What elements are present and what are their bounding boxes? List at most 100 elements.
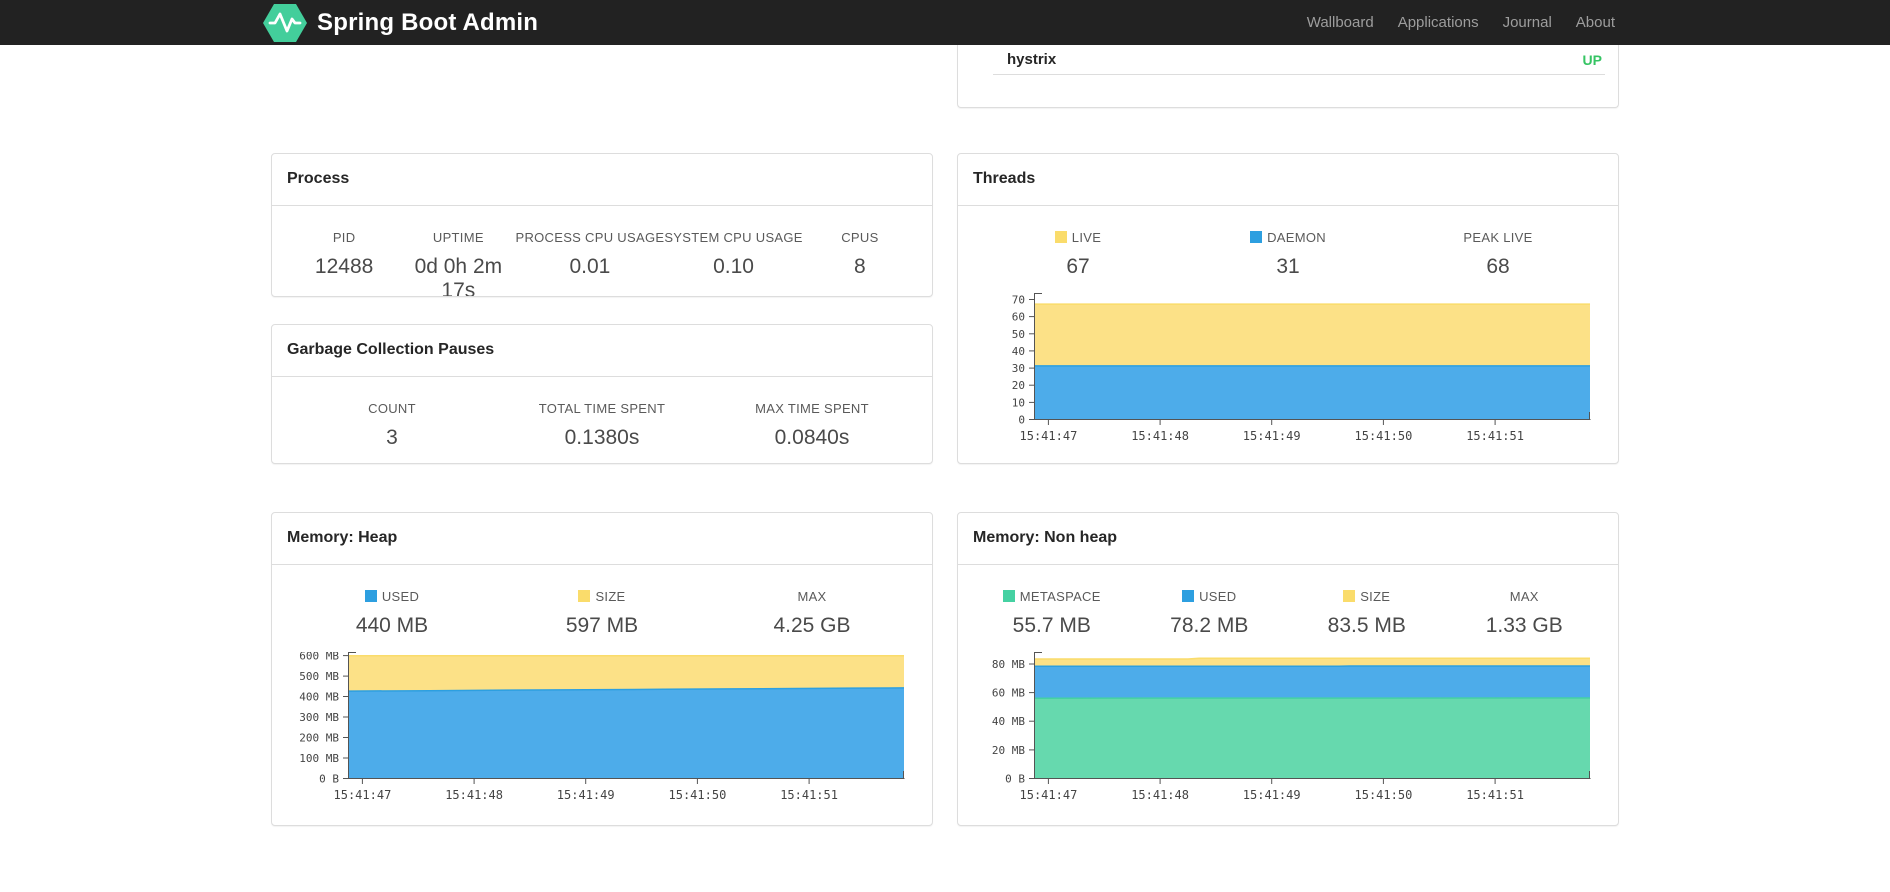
legend-value: 78.2 MB — [1170, 614, 1249, 637]
legend-value: 68 — [1486, 255, 1510, 278]
svg-text:15:41:50: 15:41:50 — [669, 788, 727, 802]
svg-text:60: 60 — [1012, 311, 1025, 324]
legend-label: MAX — [797, 589, 827, 604]
legend-threads-live: LIVE 67 — [973, 230, 1183, 279]
svg-text:15:41:51: 15:41:51 — [1466, 788, 1524, 802]
memory-heap-card: Memory: Heap USED 440 MB SIZE 597 MB MAX… — [271, 512, 933, 826]
svg-text:20 MB: 20 MB — [992, 744, 1025, 757]
svg-text:40: 40 — [1012, 345, 1025, 358]
legend-heap-size: SIZE 597 MB — [497, 589, 707, 638]
threads-legend: LIVE 67 DAEMON 31 PEAK LIVE 68 — [958, 206, 1618, 279]
stat-system-cpu-usage: SYSTEM CPU USAGE 0.10 — [664, 230, 803, 296]
stat-gc-max-time: MAX TIME SPENT 0.0840s — [707, 401, 917, 450]
legend-nonheap-max: MAX 1.33 GB — [1446, 589, 1604, 638]
stat-label: TOTAL TIME SPENT — [538, 401, 666, 416]
legend-value: 67 — [1066, 255, 1090, 278]
legend-label: SIZE — [1288, 589, 1446, 604]
nav-item-about[interactable]: About — [1564, 0, 1627, 45]
legend-heap-used: USED 440 MB — [287, 589, 497, 638]
legend-swatch-live — [1054, 231, 1067, 243]
svg-text:15:41:49: 15:41:49 — [557, 788, 615, 802]
nav-links: Wallboard Applications Journal About — [1295, 0, 1627, 45]
gc-stats: COUNT 3 TOTAL TIME SPENT 0.1380s MAX TIM… — [272, 377, 932, 450]
svg-text:50: 50 — [1012, 328, 1025, 341]
stat-value: 3 — [386, 426, 398, 449]
legend-value: 1.33 GB — [1485, 614, 1563, 637]
svg-text:500 MB: 500 MB — [299, 670, 339, 683]
legend-swatch-daemon — [1250, 231, 1263, 243]
nav-item-applications[interactable]: Applications — [1386, 0, 1491, 45]
svg-text:0 B: 0 B — [1005, 773, 1025, 786]
stat-pid: PID 12488 — [287, 230, 401, 296]
brand-link[interactable]: Spring Boot Admin — [263, 3, 539, 42]
svg-text:0 B: 0 B — [319, 773, 339, 786]
stat-gc-total-time: TOTAL TIME SPENT 0.1380s — [497, 401, 707, 450]
legend-nonheap-size: SIZE 83.5 MB — [1288, 589, 1446, 638]
svg-text:15:41:49: 15:41:49 — [1243, 788, 1301, 802]
gc-card: Garbage Collection Pauses COUNT 3 TOTAL … — [271, 324, 933, 464]
svg-text:10: 10 — [1012, 396, 1025, 409]
svg-text:60 MB: 60 MB — [992, 687, 1025, 700]
stat-label: MAX TIME SPENT — [755, 401, 869, 416]
process-stats: PID 12488 UPTIME 0d 0h 2m 17s PROCESS CP… — [272, 206, 932, 297]
svg-text:15:41:50: 15:41:50 — [1355, 788, 1413, 802]
status-badge: UP — [1582, 51, 1602, 68]
legend-nonheap-used: USED 78.2 MB — [1131, 589, 1289, 638]
threads-card-heading: Threads — [958, 154, 1618, 206]
svg-text:15:41:51: 15:41:51 — [1466, 429, 1524, 443]
legend-value: 31 — [1276, 255, 1300, 278]
stat-label: PROCESS CPU USAGE — [515, 230, 665, 245]
stat-process-cpu-usage: PROCESS CPU USAGE 0.01 — [515, 230, 665, 296]
process-card: Process PID 12488 UPTIME 0d 0h 2m 17s PR… — [271, 153, 933, 297]
svg-text:20: 20 — [1012, 379, 1025, 392]
brand-logo-icon — [263, 3, 307, 42]
svg-text:400 MB: 400 MB — [299, 691, 339, 704]
threads-chart: 0 10 20 30 40 50 60 70 15:41:47 15:41:48 15:41:49 1… — [973, 293, 1603, 447]
nav-item-journal[interactable]: Journal — [1491, 0, 1564, 45]
health-card: hystrix UP — [957, 45, 1619, 108]
legend-threads-daemon: DAEMON 31 — [1183, 230, 1393, 279]
stat-uptime: UPTIME 0d 0h 2m 17s — [401, 230, 515, 297]
legend-swatch-size — [1343, 590, 1356, 602]
legend-value: 440 MB — [355, 614, 429, 637]
stat-value: 0.0840s — [774, 426, 850, 449]
page-title-memory-nonheap: Memory: Non heap — [973, 529, 1118, 546]
svg-text:15:41:48: 15:41:48 — [1131, 788, 1189, 802]
stat-gc-count: COUNT 3 — [287, 401, 497, 450]
legend-nonheap-metaspace: METASPACE 55.7 MB — [973, 589, 1131, 638]
svg-text:600 MB: 600 MB — [299, 652, 339, 663]
svg-text:300 MB: 300 MB — [299, 711, 339, 724]
threads-card: Threads LIVE 67 DAEMON 31 PEAK LIVE 68 0… — [957, 153, 1619, 464]
legend-value: 55.7 MB — [1012, 614, 1091, 637]
legend-label: LIVE — [973, 230, 1183, 245]
memory-nonheap-legend: METASPACE 55.7 MB USED 78.2 MB SIZE 83.5… — [958, 565, 1618, 638]
svg-text:0: 0 — [1018, 414, 1025, 427]
svg-text:200 MB: 200 MB — [299, 732, 339, 745]
svg-text:15:41:47: 15:41:47 — [334, 788, 392, 802]
legend-heap-max: MAX 4.25 GB — [707, 589, 917, 638]
svg-text:15:41:51: 15:41:51 — [780, 788, 838, 802]
nav-item-wallboard[interactable]: Wallboard — [1295, 0, 1386, 45]
stat-value: 0d 0h 2m 17s — [414, 255, 503, 297]
stat-value: 12488 — [314, 255, 374, 278]
memory-nonheap-card-heading: Memory: Non heap — [958, 513, 1618, 565]
svg-text:30: 30 — [1012, 362, 1025, 375]
stat-label: SYSTEM CPU USAGE — [664, 230, 803, 245]
page-title-gc: Garbage Collection Pauses — [287, 341, 495, 358]
process-card-heading: Process — [272, 154, 932, 206]
memory-heap-card-heading: Memory: Heap — [272, 513, 932, 565]
memory-heap-chart: 0 B 100 MB 200 MB 300 MB 400 MB 500 MB 600 MB 1… — [287, 652, 917, 806]
health-item-name: hystrix — [1007, 51, 1057, 68]
legend-value: 83.5 MB — [1327, 614, 1406, 637]
left-column: Process PID 12488 UPTIME 0d 0h 2m 17s PR… — [271, 45, 933, 826]
right-column: hystrix UP Threads LIVE 67 DAEMON 31 PEA… — [957, 45, 1619, 826]
svg-text:80 MB: 80 MB — [992, 658, 1025, 671]
stat-label: PID — [332, 230, 356, 245]
stat-label: UPTIME — [432, 230, 484, 245]
legend-label: DAEMON — [1183, 230, 1393, 245]
brand-title: Spring Boot Admin — [317, 8, 539, 36]
memory-nonheap-card: Memory: Non heap METASPACE 55.7 MB USED … — [957, 512, 1619, 826]
stat-value: 0.1380s — [564, 426, 640, 449]
svg-text:15:41:49: 15:41:49 — [1243, 429, 1301, 443]
stat-label: COUNT — [368, 401, 416, 416]
